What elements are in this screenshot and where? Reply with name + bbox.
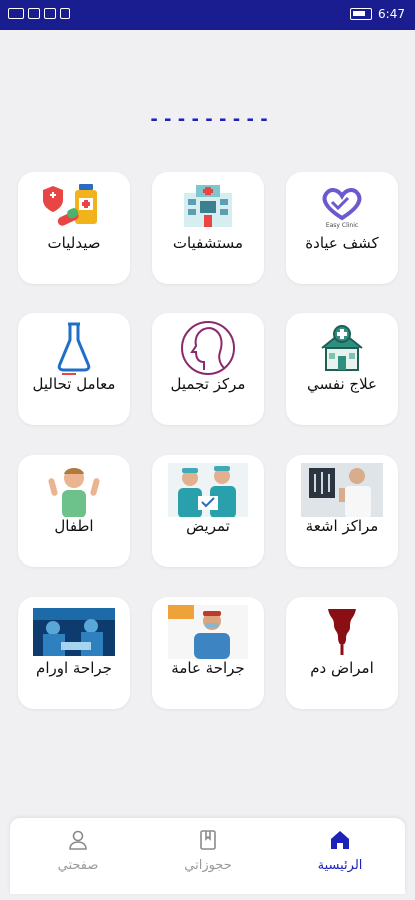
beauty-face-icon	[167, 321, 249, 375]
bottom-navigation: الرئيسية حجوزاتي صفحتي	[10, 818, 405, 894]
category-label: امراض دم	[310, 659, 374, 677]
page-title: - - - - - - - - -	[150, 109, 268, 130]
category-oncology-surgery[interactable]: جراحة اورام	[18, 597, 130, 709]
wifi-icon	[60, 8, 70, 19]
nav-bookings-label: حجوزاتي	[184, 858, 232, 873]
category-label: مركز تجميل	[170, 375, 246, 393]
general-surgeon-photo	[167, 605, 249, 659]
blood-drop-icon	[301, 605, 383, 659]
category-label: تمريض	[186, 517, 230, 535]
status-bar: 6:47	[0, 0, 415, 30]
category-label: جراحة اورام	[36, 659, 112, 677]
notification-icons	[8, 8, 70, 19]
oncology-surgery-photo	[33, 605, 115, 659]
nav-profile[interactable]: صفحتي	[28, 828, 128, 888]
category-label: علاج نفسي	[307, 375, 377, 393]
clock: 6:47	[378, 7, 405, 21]
category-nursing[interactable]: تمريض	[152, 455, 264, 567]
home-icon	[331, 831, 349, 849]
category-label: مستشفيات	[172, 234, 244, 252]
category-label: اطفال	[54, 517, 94, 535]
category-beauty-center[interactable]: مركز تجميل	[152, 313, 264, 425]
category-clinic-visit[interactable]: Easy Clinic كشف عيادة	[286, 172, 398, 284]
category-label: مراكز اشعة	[305, 517, 379, 535]
category-label: كشف عيادة	[305, 234, 379, 252]
nav-home-label: الرئيسية	[317, 858, 363, 873]
bookmark-icon	[200, 830, 216, 850]
battery-icon	[350, 8, 373, 20]
category-psychotherapy[interactable]: علاج نفسي	[286, 313, 398, 425]
category-blood-diseases[interactable]: امراض دم	[286, 597, 398, 709]
nurses-photo	[167, 463, 249, 517]
nav-profile-label: صفحتي	[57, 858, 99, 873]
easy-clinic-logo: Easy Clinic	[301, 180, 383, 234]
category-labs[interactable]: معامل تحاليل	[18, 313, 130, 425]
pharmacy-icon	[33, 180, 115, 234]
category-pharmacies[interactable]: صيدليات	[18, 172, 130, 284]
sim-icon	[8, 8, 24, 19]
mental-health-icon	[301, 321, 383, 375]
signal-icon-2	[44, 8, 56, 19]
category-label: جراحة عامة	[171, 659, 245, 677]
nav-bookings[interactable]: حجوزاتي	[158, 828, 258, 888]
category-hospitals[interactable]: مستشفيات	[152, 172, 264, 284]
xray-photo	[301, 463, 383, 517]
category-radiology[interactable]: مراكز اشعة	[286, 455, 398, 567]
signal-icon	[28, 8, 40, 19]
hospital-icon	[167, 180, 249, 234]
category-children[interactable]: اطفال	[18, 455, 130, 567]
category-label: معامل تحاليل	[32, 375, 116, 393]
category-general-surgery[interactable]: جراحة عامة	[152, 597, 264, 709]
lab-flask-icon	[33, 321, 115, 375]
logo-text: Easy Clinic	[325, 221, 359, 229]
nav-home[interactable]: الرئيسية	[290, 828, 390, 888]
child-photo	[33, 463, 115, 517]
category-label: صيدليات	[47, 234, 101, 252]
person-icon	[69, 830, 87, 850]
